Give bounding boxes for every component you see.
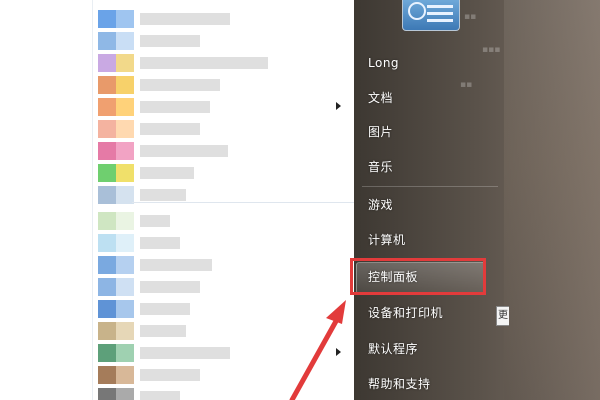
- program-icon: [98, 388, 116, 400]
- user-picture[interactable]: [402, 0, 460, 31]
- menu-item[interactable]: Long: [368, 52, 399, 74]
- program-icon: [116, 32, 134, 50]
- menu-separator: [362, 186, 498, 187]
- program-icon: [116, 256, 134, 274]
- program-icon: [98, 278, 116, 296]
- program-label-blurred: [140, 237, 180, 249]
- program-icon: [98, 10, 116, 28]
- program-list-item[interactable]: [92, 298, 354, 320]
- program-icon: [116, 366, 134, 384]
- program-label-blurred: [140, 123, 200, 135]
- menu-item[interactable]: 游戏: [368, 194, 393, 216]
- program-icon: [98, 186, 116, 204]
- program-icon: [98, 212, 116, 230]
- program-label-blurred: [140, 101, 210, 113]
- program-label-blurred: [140, 391, 180, 400]
- program-label-blurred: [140, 13, 230, 25]
- program-icon: [116, 142, 134, 160]
- program-icon: [98, 76, 116, 94]
- menu-item[interactable]: 默认程序: [368, 338, 418, 360]
- program-list-item[interactable]: [92, 8, 354, 30]
- program-icon: [98, 98, 116, 116]
- menu-item[interactable]: 设备和打印机: [368, 302, 443, 324]
- program-list-item[interactable]: [92, 276, 354, 298]
- program-list-item[interactable]: [92, 210, 354, 232]
- program-icon: [116, 212, 134, 230]
- program-list-separator: [132, 202, 354, 203]
- program-label-blurred: [140, 281, 200, 293]
- program-list-item[interactable]: [92, 342, 354, 364]
- program-icon: [98, 366, 116, 384]
- program-list-item[interactable]: [92, 30, 354, 52]
- program-list-item[interactable]: [92, 52, 354, 74]
- program-icon: [116, 98, 134, 116]
- chevron-right-icon: [336, 348, 341, 356]
- program-label-blurred: [140, 325, 186, 337]
- program-list-item[interactable]: [92, 118, 354, 140]
- program-icon: [98, 164, 116, 182]
- program-icon: [116, 278, 134, 296]
- program-icon: [116, 164, 134, 182]
- background-blur: ▪▪▪: [482, 45, 501, 55]
- program-icon: [116, 344, 134, 362]
- program-icon: [116, 234, 134, 252]
- program-label-blurred: [140, 57, 268, 69]
- menu-item[interactable]: 控制面板: [368, 266, 418, 288]
- program-icon: [116, 322, 134, 340]
- program-label-blurred: [140, 79, 220, 91]
- program-list-item[interactable]: [92, 364, 354, 386]
- program-icon: [98, 142, 116, 160]
- program-label-blurred: [140, 347, 230, 359]
- program-icon: [98, 256, 116, 274]
- program-list-item[interactable]: [92, 386, 354, 400]
- program-label-blurred: [140, 35, 200, 47]
- program-list-item[interactable]: [92, 320, 354, 342]
- program-icon: [98, 344, 116, 362]
- avatar-line: [427, 19, 453, 22]
- program-icon: [116, 10, 134, 28]
- menu-item[interactable]: 图片: [368, 121, 393, 143]
- program-icon: [116, 388, 134, 400]
- program-label-blurred: [140, 145, 228, 157]
- menu-item[interactable]: 帮助和支持: [368, 373, 431, 395]
- screenshot-stage: ▪▪ ▪▪▪ ▪▪ Long 文档图片音乐游戏计算机控制面板设备和打印机 默认程序帮…: [0, 0, 600, 400]
- tooltip: 更: [496, 306, 509, 326]
- program-icon: [116, 54, 134, 72]
- program-list-item[interactable]: [92, 232, 354, 254]
- program-icon: [116, 300, 134, 318]
- program-icon: [98, 234, 116, 252]
- program-icon: [98, 120, 116, 138]
- program-list: [92, 0, 355, 400]
- program-icon: [98, 322, 116, 340]
- background-blur: ▪▪: [464, 12, 477, 22]
- program-icon: [98, 32, 116, 50]
- program-label-blurred: [140, 369, 200, 381]
- program-list-item[interactable]: [92, 162, 354, 184]
- program-list-item[interactable]: [92, 140, 354, 162]
- avatar-line: [427, 5, 453, 8]
- program-icon: [98, 300, 116, 318]
- program-label-blurred: [140, 215, 170, 227]
- program-icon: [98, 54, 116, 72]
- program-list-item[interactable]: [92, 254, 354, 276]
- program-icon: [116, 120, 134, 138]
- program-label-blurred: [140, 259, 212, 271]
- menu-item[interactable]: 文档: [368, 87, 393, 109]
- background-blur: ▪▪: [460, 80, 473, 90]
- menu-item[interactable]: 计算机: [368, 229, 406, 251]
- program-list-item[interactable]: [92, 96, 354, 118]
- user-avatar-icon: [408, 2, 426, 20]
- program-list-item[interactable]: [92, 74, 354, 96]
- avatar-line: [427, 12, 453, 15]
- chevron-right-icon: [336, 102, 341, 110]
- program-label-blurred: [140, 189, 186, 201]
- program-icon: [116, 76, 134, 94]
- program-label-blurred: [140, 167, 194, 179]
- program-label-blurred: [140, 303, 190, 315]
- menu-item[interactable]: 音乐: [368, 156, 393, 178]
